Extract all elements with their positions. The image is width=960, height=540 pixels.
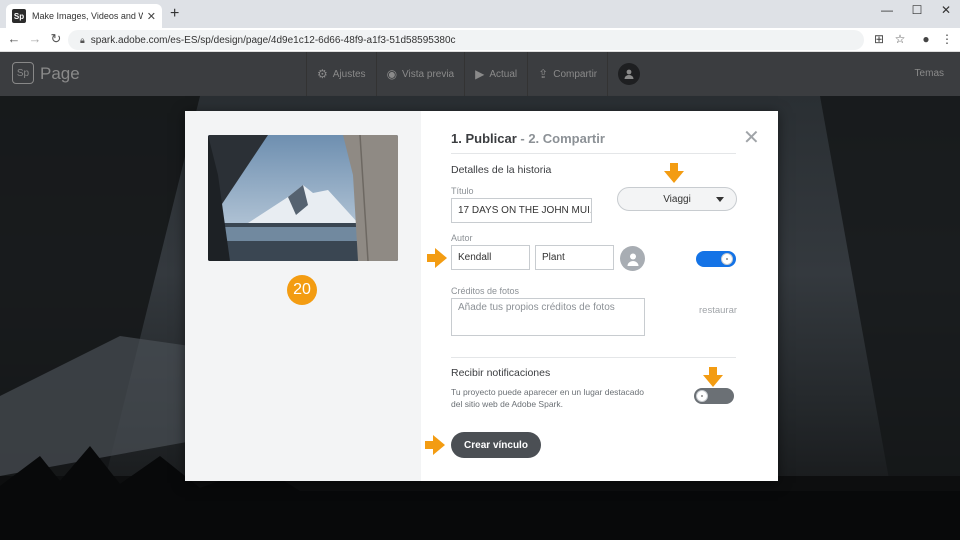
profile-icon[interactable]: ● — [918, 32, 934, 46]
toggle-knob — [696, 390, 708, 402]
notifications-toggle[interactable] — [694, 388, 734, 404]
story-details-heading: Detalles de la historia — [451, 164, 552, 176]
arrow-right-icon — [425, 435, 445, 455]
play-icon: ▶ — [475, 67, 485, 81]
new-tab-icon[interactable]: + — [170, 5, 179, 23]
arrow-down-icon — [664, 163, 684, 183]
reload-icon[interactable]: ↻ — [48, 31, 64, 47]
step-number-badge: 20 — [287, 275, 317, 305]
chevron-down-icon — [716, 197, 724, 202]
menu-kebab-icon[interactable]: ⋮ — [939, 32, 955, 46]
nav-actual-button[interactable]: ▶ Actual — [464, 52, 527, 96]
eye-icon: ◉ — [386, 67, 398, 81]
arrow-right-icon — [427, 248, 447, 268]
publish-dialog: 20 1. Publicar - 2. Compartir ✕ Detalles… — [185, 111, 778, 481]
user-avatar-icon — [618, 63, 641, 85]
restore-link[interactable]: restaurar — [699, 305, 737, 316]
theme-dropdown[interactable]: Viaggi — [617, 187, 737, 211]
dialog-title: 1. Publicar - 2. Compartir — [451, 131, 605, 146]
spark-logo-icon[interactable]: Sp — [12, 62, 34, 84]
gear-icon: ⚙ — [317, 67, 328, 81]
dialog-preview-panel: 20 — [185, 111, 421, 481]
author-last-name-input[interactable]: Plant — [535, 245, 614, 270]
temas-link[interactable]: Temas — [915, 68, 944, 79]
header-nav: ⚙ Ajustes ◉ Vista previa ▶ Actual ⇪ Comp… — [306, 52, 650, 96]
bookmark-star-icon[interactable]: ☆ — [892, 32, 908, 46]
author-field-label: Autor — [451, 233, 473, 243]
tab-close-icon[interactable]: ✕ — [147, 10, 156, 23]
nav-label: Ajustes — [332, 68, 366, 80]
spark-favicon-icon: Sp — [12, 9, 26, 23]
close-dialog-icon[interactable]: ✕ — [743, 125, 760, 150]
app-name: Page — [40, 64, 80, 83]
theme-selected-value: Viaggi — [663, 193, 691, 205]
translate-icon[interactable]: ⊞ — [871, 32, 887, 46]
title-input[interactable]: 17 DAYS ON THE JOHN MUI... — [451, 198, 592, 223]
browser-tab-bar: Sp Make Images, Videos and Web S ✕ + — ☐… — [0, 0, 960, 28]
notifications-description: Tu proyecto puede aparecer en un lugar d… — [451, 387, 644, 409]
author-avatar-icon[interactable] — [620, 246, 645, 271]
account-button[interactable] — [607, 52, 650, 96]
author-visibility-toggle[interactable] — [696, 251, 736, 267]
app-header: Sp Page ⚙ Ajustes ◉ Vista previa ▶ Actua… — [0, 52, 960, 96]
tab-title: Make Images, Videos and Web S — [32, 11, 143, 21]
story-cover-thumbnail — [208, 135, 398, 261]
author-first-name-input[interactable]: Kendall — [451, 245, 530, 270]
divider — [451, 357, 736, 358]
notifications-heading: Recibir notificaciones — [451, 367, 551, 379]
nav-vista-previa-button[interactable]: ◉ Vista previa — [375, 52, 465, 96]
title-separator: - — [516, 131, 529, 146]
divider — [451, 153, 736, 154]
lock-icon: 🔒︎ — [80, 34, 85, 45]
maximize-icon[interactable]: ☐ — [907, 3, 927, 17]
tab-compartir[interactable]: 2. Compartir — [528, 131, 605, 146]
create-link-button[interactable]: Crear vínculo — [451, 432, 541, 458]
nav-label: Actual — [489, 68, 518, 80]
arrow-down-icon — [703, 367, 723, 387]
toggle-knob — [721, 253, 733, 265]
share-icon: ⇪ — [538, 67, 549, 81]
back-icon[interactable]: ← — [6, 31, 22, 46]
tab-publicar[interactable]: 1. Publicar — [451, 131, 517, 146]
title-field-label: Título — [451, 186, 474, 196]
photo-credits-label: Créditos de fotos — [451, 286, 520, 296]
browser-toolbar: ← → ↻ 🔒︎ spark.adobe.com/es-ES/sp/design… — [0, 28, 960, 52]
nav-compartir-button[interactable]: ⇪ Compartir — [527, 52, 607, 96]
nav-label: Compartir — [553, 68, 598, 80]
url-text: spark.adobe.com/es-ES/sp/design/page/4d9… — [90, 34, 456, 46]
address-bar[interactable]: 🔒︎ spark.adobe.com/es-ES/sp/design/page/… — [68, 30, 864, 50]
nav-ajustes-button[interactable]: ⚙ Ajustes — [306, 52, 376, 96]
window-close-icon[interactable]: ✕ — [936, 3, 956, 17]
photo-credits-textarea[interactable]: Añade tus propios créditos de fotos — [451, 298, 645, 336]
nav-label: Vista previa — [402, 68, 455, 80]
forward-icon[interactable]: → — [27, 31, 43, 46]
browser-tab[interactable]: Sp Make Images, Videos and Web S ✕ — [6, 4, 162, 28]
minimize-icon[interactable]: — — [877, 3, 897, 17]
